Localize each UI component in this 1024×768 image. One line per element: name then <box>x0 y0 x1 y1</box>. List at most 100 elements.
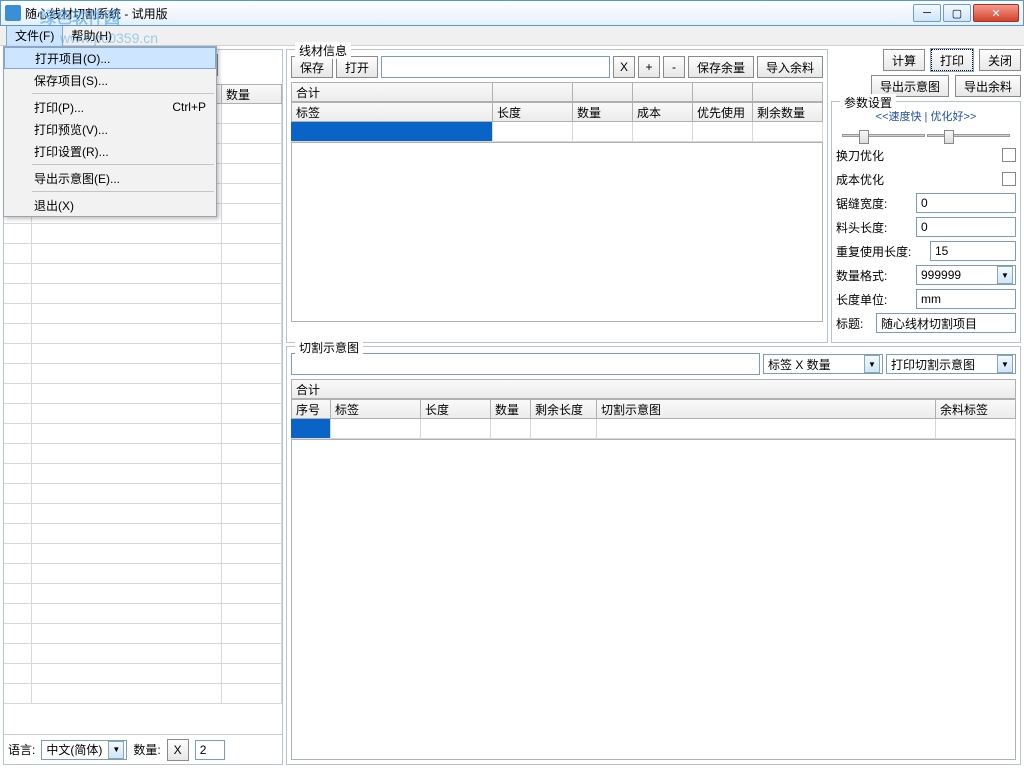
params-title: 参数设置 <box>840 94 896 111</box>
head-input[interactable]: 0 <box>916 217 1016 237</box>
close-button[interactable]: 关闭 <box>979 49 1021 71</box>
th-remlen[interactable]: 剩余长度 <box>531 399 597 419</box>
diagram-path-input[interactable] <box>291 353 760 375</box>
table-row[interactable] <box>4 644 282 664</box>
file-dropdown: 打开项目(O)... 保存项目(S)... 打印(P)...Ctrl+P 打印预… <box>3 46 217 217</box>
table-row[interactable] <box>4 684 282 704</box>
diagram-panel: 切割示意图 标签 X 数量 打印切割示意图 合计 序号 标签 长度 数量 剩余长… <box>286 346 1021 765</box>
th-tag[interactable]: 标签 <box>331 399 421 419</box>
table-row[interactable] <box>4 264 282 284</box>
open-button[interactable]: 打开 <box>336 56 378 78</box>
head-label: 料头长度: <box>836 219 912 236</box>
calculate-button[interactable]: 计算 <box>883 49 925 71</box>
title-label: 标题: <box>836 315 872 332</box>
menu-exit[interactable]: 退出(X) <box>4 194 216 216</box>
th-blank <box>573 82 633 102</box>
th-blank <box>633 82 693 102</box>
language-select[interactable]: 中文(简体) <box>41 740 127 760</box>
th-remaining[interactable]: 剩余数量 <box>753 102 823 122</box>
table-row[interactable] <box>4 464 282 484</box>
menu-save-project[interactable]: 保存项目(S)... <box>4 69 216 91</box>
unit-input[interactable]: mm <box>916 289 1016 309</box>
table-row[interactable] <box>4 404 282 424</box>
minimize-button[interactable]: ─ <box>913 4 941 22</box>
watermark-logo: 绿色软件园 <box>40 4 120 28</box>
quantity-input[interactable]: 2 <box>195 740 225 760</box>
table-row[interactable] <box>4 304 282 324</box>
mat-plus-button[interactable]: + <box>638 56 660 78</box>
table-row[interactable] <box>4 504 282 524</box>
th-length[interactable]: 长度 <box>493 102 573 122</box>
table-row[interactable] <box>4 444 282 464</box>
kerf-input[interactable]: 0 <box>916 193 1016 213</box>
th-cost[interactable]: 成本 <box>633 102 693 122</box>
window-title: 随心线材切割系统 - 试用版 <box>25 5 913 22</box>
table-row[interactable] <box>4 524 282 544</box>
table-row[interactable] <box>4 584 282 604</box>
menu-separator <box>32 191 214 192</box>
table-row[interactable] <box>4 244 282 264</box>
table-row[interactable] <box>4 484 282 504</box>
th-no[interactable]: 序号 <box>291 399 331 419</box>
optimization-slider[interactable] <box>836 126 1016 144</box>
label-mode-select[interactable]: 标签 X 数量 <box>763 354 883 374</box>
menu-export-diagram[interactable]: 导出示意图(E)... <box>4 167 216 189</box>
reuse-input[interactable]: 15 <box>930 241 1016 261</box>
th-diagram[interactable]: 切割示意图 <box>597 399 936 419</box>
qtyfmt-select[interactable]: 999999 <box>916 265 1016 285</box>
cost-checkbox[interactable] <box>1002 172 1016 186</box>
diagram-table-body[interactable] <box>291 439 1016 760</box>
print-mode-select[interactable]: 打印切割示意图 <box>886 354 1016 374</box>
table-row[interactable] <box>4 364 282 384</box>
table-row[interactable] <box>4 324 282 344</box>
table-row[interactable] <box>4 664 282 684</box>
table-row[interactable] <box>291 122 823 142</box>
qty-x-button[interactable]: X <box>167 739 189 761</box>
table-row[interactable] <box>4 564 282 584</box>
params-panel: 参数设置 <<速度快 | 优化好>> 换刀优化 成本优化 锯缝宽度:0 料头长度… <box>831 101 1021 343</box>
table-row[interactable] <box>4 224 282 244</box>
unit-label: 长度单位: <box>836 291 912 308</box>
table-row[interactable] <box>4 424 282 444</box>
total-cell: 合计 <box>291 82 493 102</box>
close-button[interactable]: ✕ <box>973 4 1019 22</box>
knife-checkbox[interactable] <box>1002 148 1016 162</box>
table-row[interactable] <box>4 344 282 364</box>
diagram-title: 切割示意图 <box>295 339 363 356</box>
th-tag[interactable]: 标签 <box>291 102 493 122</box>
th-priority[interactable]: 优先使用 <box>693 102 753 122</box>
save-button[interactable]: 保存 <box>291 56 333 78</box>
menu-save-label: 保存项目(S)... <box>34 72 108 89</box>
material-path-input[interactable] <box>381 56 610 78</box>
material-table-body[interactable] <box>291 142 823 322</box>
menu-print[interactable]: 打印(P)...Ctrl+P <box>4 96 216 118</box>
table-row[interactable] <box>4 284 282 304</box>
menu-print-settings[interactable]: 打印设置(R)... <box>4 140 216 162</box>
mat-x-button[interactable]: X <box>613 56 635 78</box>
menu-open-project[interactable]: 打开项目(O)... <box>4 47 216 69</box>
table-row[interactable] <box>4 624 282 644</box>
table-row[interactable] <box>4 604 282 624</box>
th-qty[interactable]: 数量 <box>491 399 531 419</box>
th-remtag[interactable]: 余料标签 <box>936 399 1016 419</box>
menu-preview-label: 打印预览(V)... <box>34 121 108 138</box>
mat-minus-button[interactable]: - <box>663 56 685 78</box>
th-blank <box>753 82 823 102</box>
save-remainder-button[interactable]: 保存余量 <box>688 56 754 78</box>
table-row[interactable] <box>4 384 282 404</box>
import-remainder-button[interactable]: 导入余料 <box>757 56 823 78</box>
th-qty[interactable]: 数量 <box>573 102 633 122</box>
title-input[interactable]: 随心线材切割项目 <box>876 313 1016 333</box>
table-row[interactable] <box>291 419 1016 439</box>
menu-separator <box>32 93 214 94</box>
table-row[interactable] <box>4 544 282 564</box>
th-qty[interactable]: 数量 <box>222 84 282 104</box>
maximize-button[interactable]: ▢ <box>943 4 971 22</box>
reuse-label: 重复使用长度: <box>836 243 926 260</box>
export-remainder-button[interactable]: 导出余料 <box>955 75 1021 97</box>
print-button[interactable]: 打印 <box>931 49 973 71</box>
menu-print-preview[interactable]: 打印预览(V)... <box>4 118 216 140</box>
menu-print-shortcut: Ctrl+P <box>172 100 206 114</box>
th-len[interactable]: 长度 <box>421 399 491 419</box>
label-mode-value: 标签 X 数量 <box>768 356 831 373</box>
